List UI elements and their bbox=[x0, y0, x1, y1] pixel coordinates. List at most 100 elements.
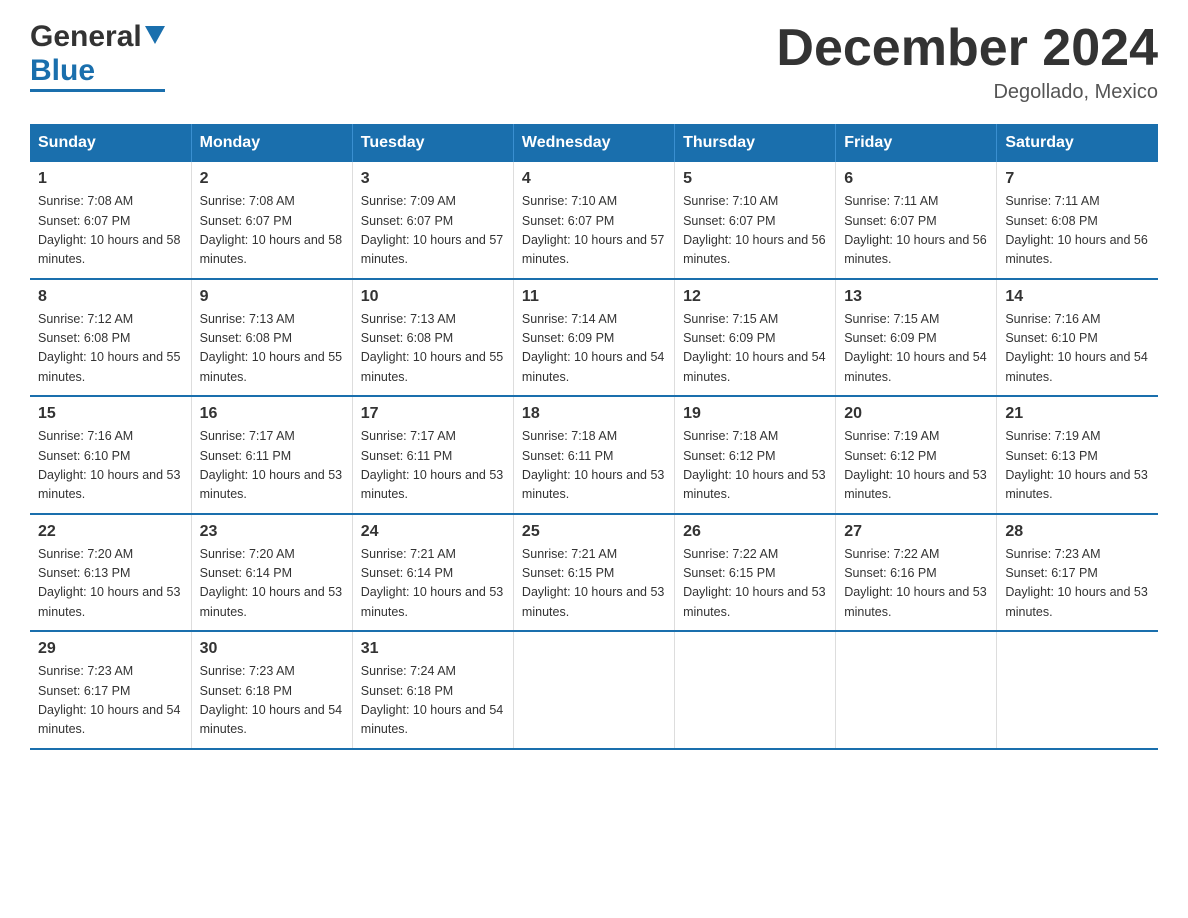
day-number: 20 bbox=[844, 405, 988, 423]
day-info: Sunrise: 7:23 AMSunset: 6:17 PMDaylight:… bbox=[38, 662, 183, 740]
day-info: Sunrise: 7:21 AMSunset: 6:15 PMDaylight:… bbox=[522, 545, 666, 623]
day-info: Sunrise: 7:08 AMSunset: 6:07 PMDaylight:… bbox=[200, 192, 344, 270]
day-info: Sunrise: 7:24 AMSunset: 6:18 PMDaylight:… bbox=[361, 662, 505, 740]
col-header-thursday: Thursday bbox=[675, 124, 836, 162]
day-info: Sunrise: 7:19 AMSunset: 6:12 PMDaylight:… bbox=[844, 427, 988, 505]
day-info: Sunrise: 7:11 AMSunset: 6:08 PMDaylight:… bbox=[1005, 192, 1150, 270]
calendar-cell: 12 Sunrise: 7:15 AMSunset: 6:09 PMDaylig… bbox=[675, 279, 836, 397]
day-number: 8 bbox=[38, 288, 183, 306]
day-number: 25 bbox=[522, 523, 666, 541]
day-number: 12 bbox=[683, 288, 827, 306]
day-info: Sunrise: 7:22 AMSunset: 6:15 PMDaylight:… bbox=[683, 545, 827, 623]
calendar-table: SundayMondayTuesdayWednesdayThursdayFrid… bbox=[30, 124, 1158, 750]
calendar-cell: 1 Sunrise: 7:08 AMSunset: 6:07 PMDayligh… bbox=[30, 162, 191, 279]
day-info: Sunrise: 7:13 AMSunset: 6:08 PMDaylight:… bbox=[200, 310, 344, 388]
calendar-cell: 20 Sunrise: 7:19 AMSunset: 6:12 PMDaylig… bbox=[836, 396, 997, 514]
calendar-cell: 30 Sunrise: 7:23 AMSunset: 6:18 PMDaylig… bbox=[191, 631, 352, 749]
day-number: 19 bbox=[683, 405, 827, 423]
day-number: 6 bbox=[844, 170, 988, 188]
day-number: 23 bbox=[200, 523, 344, 541]
col-header-wednesday: Wednesday bbox=[513, 124, 674, 162]
calendar-cell bbox=[836, 631, 997, 749]
calendar-week-row: 22 Sunrise: 7:20 AMSunset: 6:13 PMDaylig… bbox=[30, 514, 1158, 632]
day-number: 28 bbox=[1005, 523, 1150, 541]
calendar-cell: 21 Sunrise: 7:19 AMSunset: 6:13 PMDaylig… bbox=[997, 396, 1158, 514]
day-number: 5 bbox=[683, 170, 827, 188]
day-number: 22 bbox=[38, 523, 183, 541]
day-info: Sunrise: 7:08 AMSunset: 6:07 PMDaylight:… bbox=[38, 192, 183, 270]
day-number: 3 bbox=[361, 170, 505, 188]
day-info: Sunrise: 7:10 AMSunset: 6:07 PMDaylight:… bbox=[522, 192, 666, 270]
col-header-friday: Friday bbox=[836, 124, 997, 162]
page-header: General Blue December 2024 Degollado, Me… bbox=[30, 20, 1158, 104]
calendar-cell: 17 Sunrise: 7:17 AMSunset: 6:11 PMDaylig… bbox=[352, 396, 513, 514]
day-info: Sunrise: 7:23 AMSunset: 6:18 PMDaylight:… bbox=[200, 662, 344, 740]
day-number: 13 bbox=[844, 288, 988, 306]
day-number: 14 bbox=[1005, 288, 1150, 306]
day-number: 31 bbox=[361, 640, 505, 658]
calendar-cell: 9 Sunrise: 7:13 AMSunset: 6:08 PMDayligh… bbox=[191, 279, 352, 397]
day-info: Sunrise: 7:23 AMSunset: 6:17 PMDaylight:… bbox=[1005, 545, 1150, 623]
calendar-cell: 8 Sunrise: 7:12 AMSunset: 6:08 PMDayligh… bbox=[30, 279, 191, 397]
calendar-cell: 6 Sunrise: 7:11 AMSunset: 6:07 PMDayligh… bbox=[836, 162, 997, 279]
col-header-monday: Monday bbox=[191, 124, 352, 162]
day-number: 4 bbox=[522, 170, 666, 188]
calendar-cell bbox=[997, 631, 1158, 749]
calendar-cell: 16 Sunrise: 7:17 AMSunset: 6:11 PMDaylig… bbox=[191, 396, 352, 514]
day-number: 21 bbox=[1005, 405, 1150, 423]
day-number: 30 bbox=[200, 640, 344, 658]
calendar-cell: 13 Sunrise: 7:15 AMSunset: 6:09 PMDaylig… bbox=[836, 279, 997, 397]
day-info: Sunrise: 7:10 AMSunset: 6:07 PMDaylight:… bbox=[683, 192, 827, 270]
day-info: Sunrise: 7:19 AMSunset: 6:13 PMDaylight:… bbox=[1005, 427, 1150, 505]
day-info: Sunrise: 7:22 AMSunset: 6:16 PMDaylight:… bbox=[844, 545, 988, 623]
day-info: Sunrise: 7:15 AMSunset: 6:09 PMDaylight:… bbox=[683, 310, 827, 388]
calendar-cell: 18 Sunrise: 7:18 AMSunset: 6:11 PMDaylig… bbox=[513, 396, 674, 514]
calendar-cell: 4 Sunrise: 7:10 AMSunset: 6:07 PMDayligh… bbox=[513, 162, 674, 279]
calendar-cell: 23 Sunrise: 7:20 AMSunset: 6:14 PMDaylig… bbox=[191, 514, 352, 632]
day-number: 11 bbox=[522, 288, 666, 306]
day-number: 2 bbox=[200, 170, 344, 188]
day-info: Sunrise: 7:16 AMSunset: 6:10 PMDaylight:… bbox=[38, 427, 183, 505]
calendar-week-row: 29 Sunrise: 7:23 AMSunset: 6:17 PMDaylig… bbox=[30, 631, 1158, 749]
calendar-cell: 27 Sunrise: 7:22 AMSunset: 6:16 PMDaylig… bbox=[836, 514, 997, 632]
day-number: 24 bbox=[361, 523, 505, 541]
day-info: Sunrise: 7:15 AMSunset: 6:09 PMDaylight:… bbox=[844, 310, 988, 388]
day-info: Sunrise: 7:11 AMSunset: 6:07 PMDaylight:… bbox=[844, 192, 988, 270]
calendar-cell bbox=[513, 631, 674, 749]
day-number: 9 bbox=[200, 288, 344, 306]
calendar-cell: 31 Sunrise: 7:24 AMSunset: 6:18 PMDaylig… bbox=[352, 631, 513, 749]
calendar-week-row: 8 Sunrise: 7:12 AMSunset: 6:08 PMDayligh… bbox=[30, 279, 1158, 397]
logo-underline bbox=[30, 89, 165, 92]
calendar-cell: 24 Sunrise: 7:21 AMSunset: 6:14 PMDaylig… bbox=[352, 514, 513, 632]
location-text: Degollado, Mexico bbox=[776, 81, 1158, 104]
title-area: December 2024 Degollado, Mexico bbox=[776, 20, 1158, 104]
day-number: 16 bbox=[200, 405, 344, 423]
day-info: Sunrise: 7:21 AMSunset: 6:14 PMDaylight:… bbox=[361, 545, 505, 623]
calendar-header-row: SundayMondayTuesdayWednesdayThursdayFrid… bbox=[30, 124, 1158, 162]
day-info: Sunrise: 7:20 AMSunset: 6:13 PMDaylight:… bbox=[38, 545, 183, 623]
calendar-cell: 5 Sunrise: 7:10 AMSunset: 6:07 PMDayligh… bbox=[675, 162, 836, 279]
calendar-week-row: 15 Sunrise: 7:16 AMSunset: 6:10 PMDaylig… bbox=[30, 396, 1158, 514]
calendar-cell: 29 Sunrise: 7:23 AMSunset: 6:17 PMDaylig… bbox=[30, 631, 191, 749]
calendar-cell: 2 Sunrise: 7:08 AMSunset: 6:07 PMDayligh… bbox=[191, 162, 352, 279]
calendar-cell: 14 Sunrise: 7:16 AMSunset: 6:10 PMDaylig… bbox=[997, 279, 1158, 397]
day-number: 7 bbox=[1005, 170, 1150, 188]
logo: General Blue bbox=[30, 20, 165, 92]
logo-arrow-icon bbox=[145, 26, 165, 53]
day-number: 27 bbox=[844, 523, 988, 541]
calendar-cell bbox=[675, 631, 836, 749]
day-number: 26 bbox=[683, 523, 827, 541]
calendar-cell: 11 Sunrise: 7:14 AMSunset: 6:09 PMDaylig… bbox=[513, 279, 674, 397]
calendar-cell: 7 Sunrise: 7:11 AMSunset: 6:08 PMDayligh… bbox=[997, 162, 1158, 279]
calendar-cell: 3 Sunrise: 7:09 AMSunset: 6:07 PMDayligh… bbox=[352, 162, 513, 279]
col-header-sunday: Sunday bbox=[30, 124, 191, 162]
day-info: Sunrise: 7:12 AMSunset: 6:08 PMDaylight:… bbox=[38, 310, 183, 388]
day-info: Sunrise: 7:09 AMSunset: 6:07 PMDaylight:… bbox=[361, 192, 505, 270]
day-info: Sunrise: 7:18 AMSunset: 6:11 PMDaylight:… bbox=[522, 427, 666, 505]
calendar-cell: 19 Sunrise: 7:18 AMSunset: 6:12 PMDaylig… bbox=[675, 396, 836, 514]
day-info: Sunrise: 7:17 AMSunset: 6:11 PMDaylight:… bbox=[200, 427, 344, 505]
calendar-week-row: 1 Sunrise: 7:08 AMSunset: 6:07 PMDayligh… bbox=[30, 162, 1158, 279]
day-number: 1 bbox=[38, 170, 183, 188]
logo-general-text: General bbox=[30, 20, 142, 54]
month-title: December 2024 bbox=[776, 20, 1158, 77]
